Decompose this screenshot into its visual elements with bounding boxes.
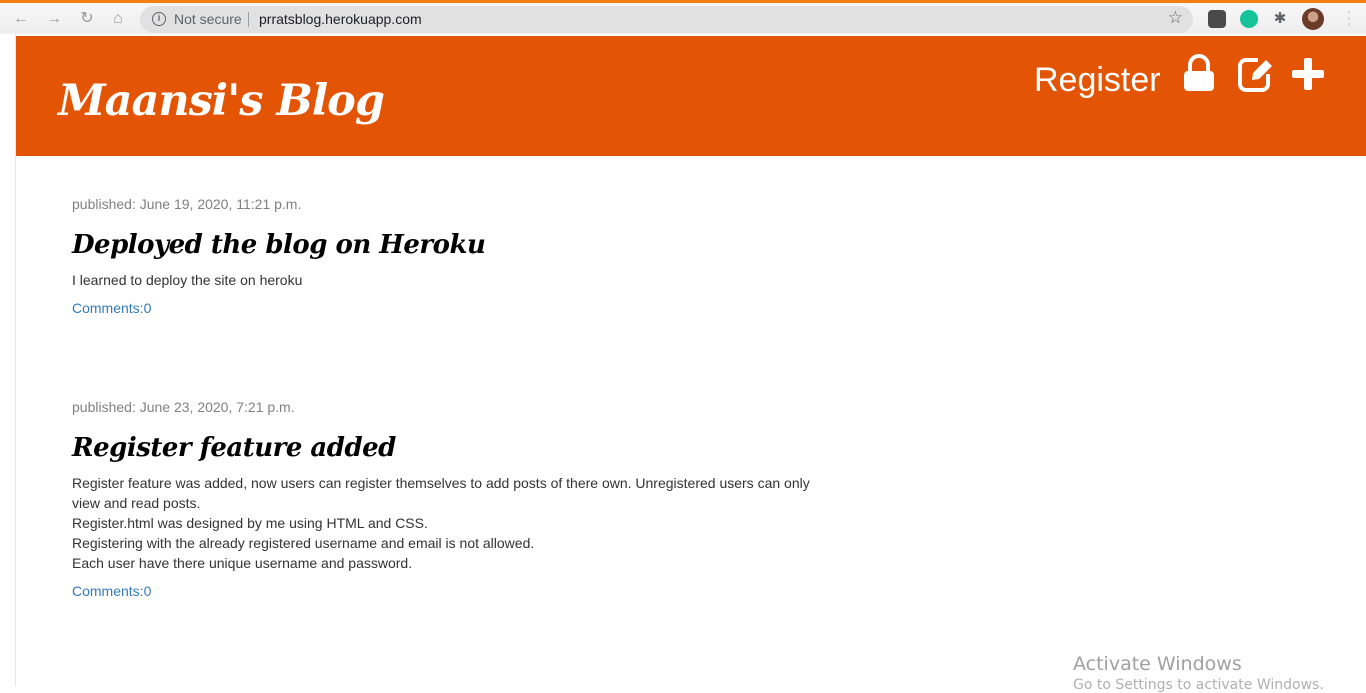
lock-icon[interactable] <box>1180 54 1218 94</box>
post-card: published: June 23, 2020, 7:21 p.m. Regi… <box>72 399 832 601</box>
post-body-line: I learned to deploy the site on heroku <box>72 272 303 288</box>
back-icon[interactable]: ← <box>10 8 32 30</box>
bookmark-star-icon[interactable]: ☆ <box>1168 8 1183 28</box>
page: Maansi's Blog Register published: June 1… <box>15 34 1366 686</box>
post-body-line: Register feature was added, now users ca… <box>72 475 810 511</box>
security-label: Not secure <box>174 11 242 27</box>
post-body: Register feature was added, now users ca… <box>72 473 817 573</box>
browser-toolbar: ← → ↻ ⌂ i Not secure prratsblog.herokuap… <box>0 0 1366 34</box>
address-bar[interactable]: i Not secure prratsblog.herokuapp.com ☆ <box>140 6 1193 33</box>
register-link[interactable]: Register <box>1034 61 1161 100</box>
post-date: published: June 23, 2020, 7:21 p.m. <box>72 399 295 415</box>
post-body: I learned to deploy the site on heroku <box>72 270 832 290</box>
comments-link[interactable]: Comments:0 <box>72 583 151 599</box>
post-body-line: Registering with the already registered … <box>72 535 535 551</box>
avatar[interactable] <box>1302 8 1324 30</box>
post-date: published: June 19, 2020, 11:21 p.m. <box>72 196 302 212</box>
activate-windows-watermark: Activate Windows <box>1073 653 1242 675</box>
post-body-line: Each user have there unique username and… <box>72 555 413 571</box>
puzzle-icon[interactable]: ✱ <box>1271 10 1289 28</box>
url-divider <box>248 12 249 27</box>
home-icon[interactable]: ⌂ <box>107 8 129 30</box>
info-icon[interactable]: i <box>152 12 166 26</box>
comments-link[interactable]: Comments:0 <box>72 300 151 316</box>
plus-icon[interactable] <box>1289 54 1327 94</box>
edit-icon[interactable] <box>1236 54 1274 94</box>
reload-icon[interactable]: ↻ <box>76 8 98 30</box>
grammarly-icon[interactable] <box>1240 10 1258 28</box>
post-body-line: Register.html was designed by me using H… <box>72 515 428 531</box>
extension-icon[interactable] <box>1208 10 1226 28</box>
blog-title[interactable]: Maansi's Blog <box>58 76 385 126</box>
activate-windows-subtext: Go to Settings to activate Windows. <box>1073 677 1324 693</box>
forward-icon[interactable]: → <box>43 8 65 30</box>
blog-header: Maansi's Blog Register <box>16 36 1366 156</box>
post-title[interactable]: Deployed the blog on Heroku <box>72 230 832 260</box>
url-text[interactable]: prratsblog.herokuapp.com <box>259 11 422 27</box>
post-title[interactable]: Register feature added <box>72 433 832 463</box>
post-card: published: June 19, 2020, 11:21 p.m. Dep… <box>72 196 832 318</box>
more-icon[interactable]: ⋮ <box>1340 7 1358 29</box>
